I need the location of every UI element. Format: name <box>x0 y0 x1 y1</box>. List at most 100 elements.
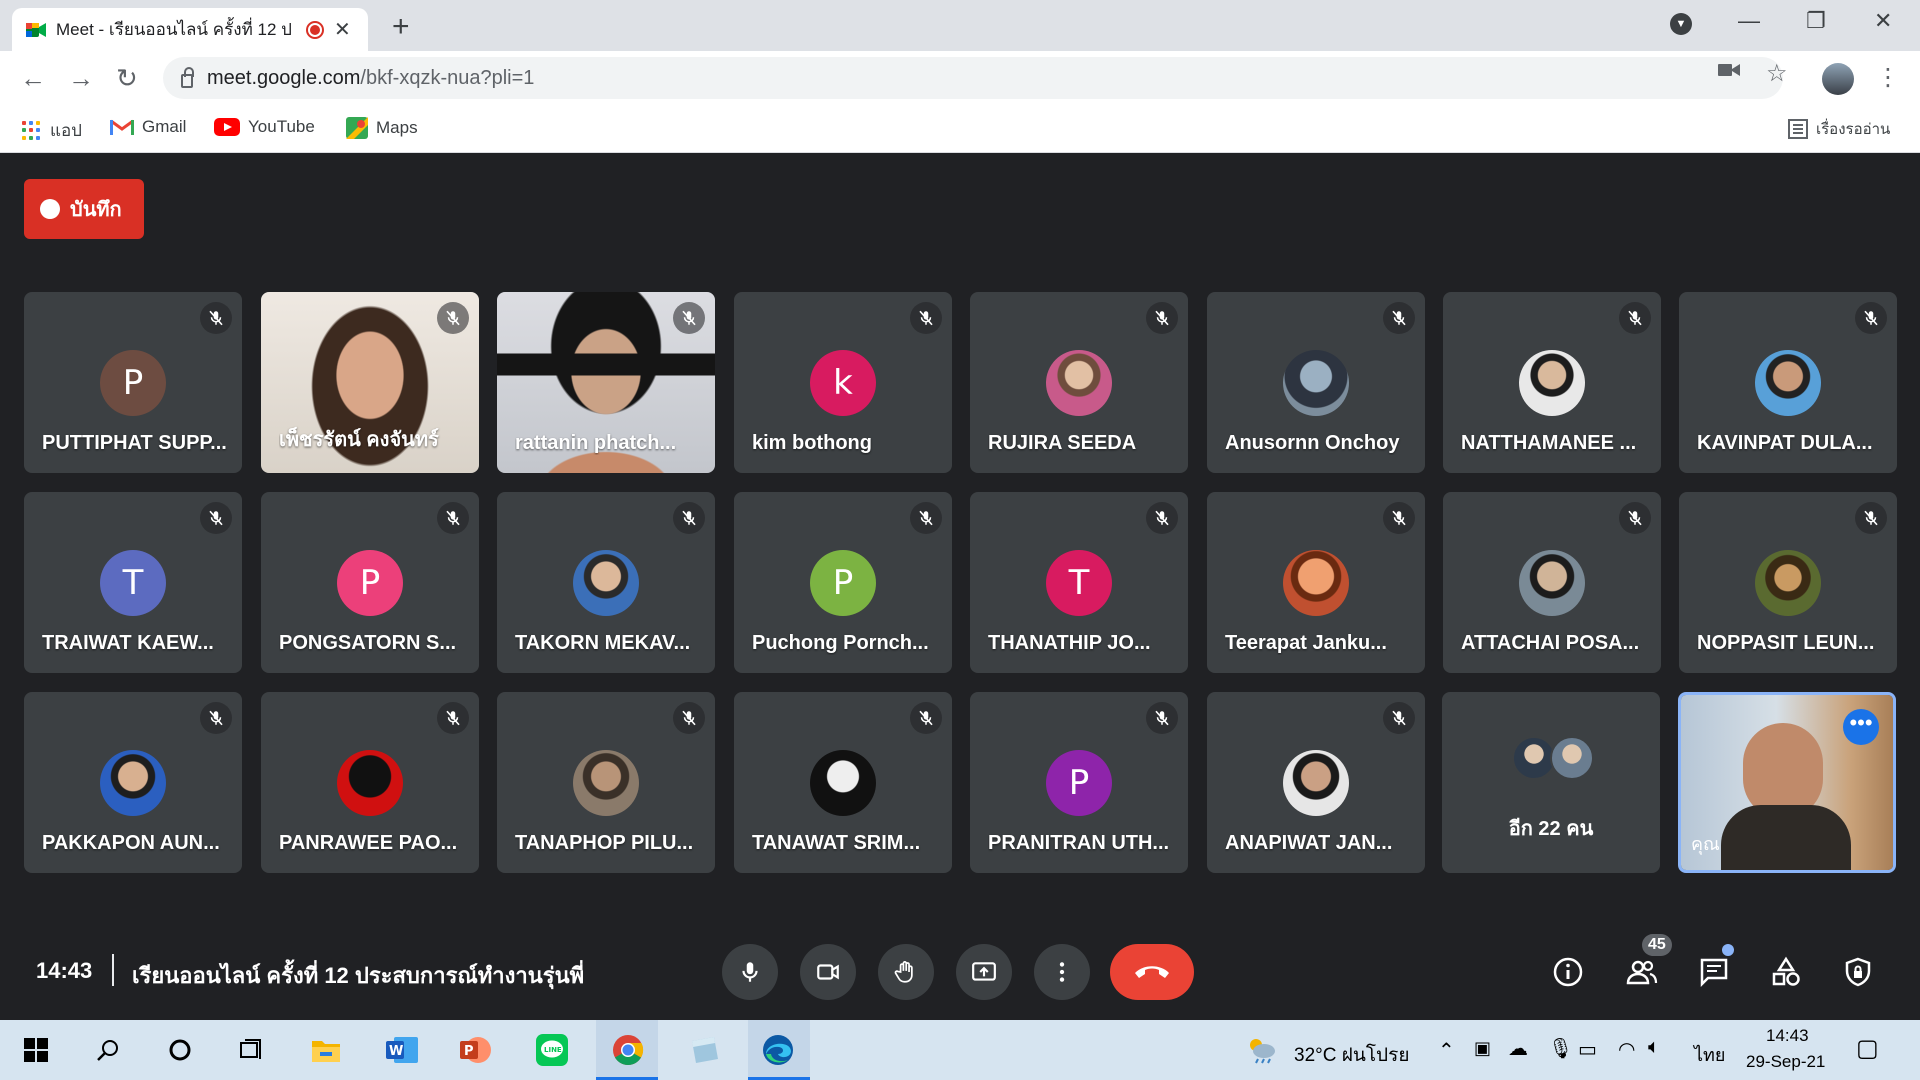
participant-tile[interactable]: rattanin phatch... <box>497 292 715 473</box>
participant-tile[interactable]: P Puchong Pornch... <box>734 492 952 673</box>
camera-button[interactable] <box>800 944 856 1000</box>
more-participants-count: อีก 22 คน <box>1508 818 1594 840</box>
participant-tile[interactable]: ANAPIWAT JAN... <box>1207 692 1425 873</box>
participant-tile[interactable]: RUJIRA SEEDA <box>970 292 1188 473</box>
reload-icon[interactable]: ↻ <box>116 63 138 94</box>
participant-tile[interactable]: PAKKAPON AUN... <box>24 692 242 873</box>
restore-icon[interactable]: ❐ <box>1806 8 1826 34</box>
clock-date[interactable]: 29-Sep-21 <box>1746 1052 1825 1072</box>
window-close-icon[interactable]: ✕ <box>1874 8 1892 34</box>
clock-time[interactable]: 14:43 <box>1766 1026 1809 1046</box>
sticky-app-icon[interactable] <box>688 1034 720 1066</box>
leave-call-button[interactable] <box>1110 944 1194 1000</box>
volume-icon[interactable]: 🔈︎ <box>1648 1036 1660 1059</box>
omnibox[interactable]: meet.google.com/bkf-xqzk-nua?pli=1 <box>163 57 1783 99</box>
more-options-button[interactable] <box>1034 944 1090 1000</box>
bookmark-apps[interactable]: แอป <box>22 117 82 144</box>
microphone-button[interactable] <box>722 944 778 1000</box>
more-options-icon[interactable]: ••• <box>1843 709 1879 745</box>
browser-menu-icon[interactable]: ⋮ <box>1876 63 1900 92</box>
participant-photo-avatar <box>573 550 639 616</box>
word-icon[interactable]: W <box>386 1034 418 1066</box>
mic-tray-icon[interactable]: 🎙︎ <box>1548 1036 1573 1061</box>
participant-tile[interactable]: เพ็ชรรัตน์ คงจันทร์ <box>261 292 479 473</box>
file-explorer-icon[interactable] <box>310 1034 342 1066</box>
participant-tile[interactable]: P PRANITRAN UTH... <box>970 692 1188 873</box>
bookmark-maps[interactable]: Maps <box>346 117 418 139</box>
host-controls-button[interactable] <box>1838 952 1878 992</box>
participant-tile[interactable]: Teerapat Janku... <box>1207 492 1425 673</box>
microphone-muted-icon <box>673 502 705 534</box>
bookmark-star-icon[interactable]: ☆ <box>1766 59 1788 88</box>
line-app-icon[interactable]: LINE <box>536 1034 568 1066</box>
microphone-muted-icon <box>437 302 469 334</box>
participant-tile[interactable]: P PUTTIPHAT SUPP... <box>24 292 242 473</box>
self-video-shirt <box>1721 805 1851 870</box>
windows-start-icon[interactable] <box>20 1034 52 1066</box>
participant-tile[interactable]: NATTHAMANEE ... <box>1443 292 1661 473</box>
profile-avatar[interactable] <box>1822 63 1854 95</box>
meet-now-icon[interactable]: ▣ <box>1474 1038 1491 1059</box>
participant-name: TRAIWAT KAEW... <box>42 632 214 654</box>
meeting-title: เรียนออนไลน์ ครั้งที่ 12 ประสบการณ์ทำงาน… <box>132 963 585 988</box>
self-video-tile[interactable]: ••• คุณ <box>1678 692 1896 873</box>
bookmark-youtube[interactable]: YouTube <box>214 117 315 137</box>
participant-tile[interactable]: T TRAIWAT KAEW... <box>24 492 242 673</box>
raise-hand-button[interactable] <box>878 944 934 1000</box>
forward-icon[interactable]: → <box>68 63 94 94</box>
present-screen-button[interactable] <box>956 944 1012 1000</box>
participant-initial-avatar: T <box>100 550 166 616</box>
search-icon[interactable] <box>92 1034 124 1066</box>
weather-icon[interactable] <box>1246 1034 1278 1066</box>
notifications-icon[interactable]: ▢ <box>1856 1034 1879 1063</box>
onedrive-icon[interactable]: ☁ <box>1508 1036 1528 1061</box>
new-tab-button[interactable]: + <box>392 10 410 44</box>
divider <box>112 954 114 986</box>
microphone-muted-icon <box>910 502 942 534</box>
participant-tile[interactable]: TANAPHOP PILU... <box>497 692 715 873</box>
bookmarks-bar: แอป Gmail YouTube Maps เรื่องรออ่าน <box>0 105 1920 153</box>
browser-tab-meet[interactable]: Meet - เรียนออนไลน์ ครั้งที่ 12 ป ✕ <box>12 8 368 51</box>
participant-tile[interactable]: k kim bothong <box>734 292 952 473</box>
meeting-details-button[interactable] <box>1548 952 1588 992</box>
wifi-icon[interactable]: ◠ <box>1618 1037 1635 1062</box>
microphone-muted-icon <box>1855 302 1887 334</box>
task-view-icon[interactable] <box>236 1034 268 1066</box>
reading-list-button[interactable]: เรื่องรออ่าน <box>1788 117 1890 141</box>
microphone-muted-icon <box>1383 502 1415 534</box>
participant-tile[interactable]: NOPPASIT LEUN... <box>1679 492 1897 673</box>
edge-icon[interactable] <box>762 1034 794 1066</box>
participant-tile[interactable]: P PONGSATORN S... <box>261 492 479 673</box>
participant-tile[interactable]: PANRAWEE PAO... <box>261 692 479 873</box>
participant-tile[interactable]: T THANATHIP JO... <box>970 492 1188 673</box>
participant-tile[interactable]: ATTACHAI POSA... <box>1443 492 1661 673</box>
participant-photo-avatar <box>1519 550 1585 616</box>
participants-button[interactable] <box>1622 952 1662 992</box>
input-language[interactable]: ไทย <box>1694 1040 1725 1069</box>
windows-taskbar: W P LINE 32°C ฝนโปรย ⌃ ▣ ☁ 🎙︎ ▭ ◠ 🔈︎ ไทย… <box>0 1020 1920 1080</box>
back-icon[interactable]: ← <box>20 63 46 94</box>
participant-tile[interactable]: KAVINPAT DULA... <box>1679 292 1897 473</box>
powerpoint-icon[interactable]: P <box>460 1034 492 1066</box>
activities-button[interactable] <box>1766 952 1806 992</box>
more-participants-tile[interactable]: อีก 22 คน <box>1442 692 1660 873</box>
recording-indicator-icon <box>306 20 324 39</box>
browser-tab-strip: Meet - เรียนออนไลน์ ครั้งที่ 12 ป ✕ + ▼ … <box>0 0 1920 51</box>
participant-name: TANAWAT SRIM... <box>752 832 921 854</box>
battery-icon[interactable]: ▭ <box>1578 1037 1597 1062</box>
bookmark-gmail[interactable]: Gmail <box>110 117 186 137</box>
participant-tile[interactable]: TANAWAT SRIM... <box>734 692 952 873</box>
cortana-icon[interactable] <box>164 1034 196 1066</box>
tray-chevron-icon[interactable]: ⌃ <box>1438 1038 1455 1063</box>
weather-text[interactable]: 32°C ฝนโปรย <box>1294 1040 1409 1070</box>
participant-tile[interactable]: Anusornn Onchoy <box>1207 292 1425 473</box>
microphone-muted-icon <box>910 702 942 734</box>
participant-tile[interactable]: TAKORN MEKAV... <box>497 492 715 673</box>
minimize-icon[interactable]: — <box>1738 8 1760 34</box>
chat-button[interactable] <box>1694 952 1734 992</box>
tab-close-button[interactable]: ✕ <box>334 17 351 42</box>
camera-in-use-icon[interactable] <box>1718 61 1740 84</box>
tab-search-icon[interactable]: ▼ <box>1670 13 1692 35</box>
chrome-icon[interactable] <box>612 1034 644 1066</box>
recording-button[interactable]: บันทึก <box>24 179 144 239</box>
